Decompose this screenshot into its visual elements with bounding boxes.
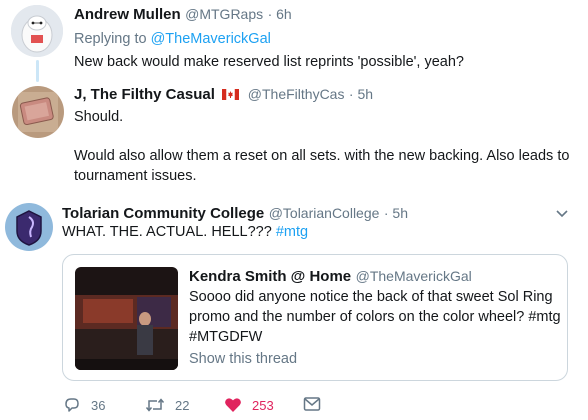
envelope-icon [303,397,321,411]
author-name[interactable]: Andrew Mullen [74,6,181,23]
tweet-text-line: Would also allow them a reset on all set… [74,148,570,164]
avatar-filthy-casual[interactable] [12,86,64,138]
retweet-count: 22 [175,397,190,413]
thread-connector-line [36,60,39,82]
tweet-text-line: Should. [74,109,124,125]
tweet-text: WHAT. THE. ACTUAL. HELL??? #mtg [62,222,308,242]
quoted-text-line: promo and the number of colors on the co… [189,309,561,325]
author-handle[interactable]: @TolarianCollege [269,205,380,221]
author-name[interactable]: J, The Filthy Casual [74,86,215,103]
replying-to-link[interactable]: @TheMaverickGal [151,31,271,47]
quoted-text-line: Soooo did anyone notice the back of that… [189,289,553,305]
retweet-icon [145,398,165,412]
replying-prefix: Replying to [74,31,147,47]
quoted-tweet-card[interactable]: Kendra Smith @ Home @TheMaverickGal Sooo… [62,254,568,381]
tweet-time[interactable]: · 6h [268,6,292,22]
tweet-header: Andrew Mullen @MTGRaps · 6h [74,6,292,24]
avatar-image [11,5,63,57]
quoted-tweet-header: Kendra Smith @ Home @TheMaverickGal [189,268,472,286]
avatar-tolarian-college[interactable] [5,203,53,251]
quoted-tweet-media[interactable] [75,267,178,370]
tweet-time[interactable]: · 5h [384,205,408,221]
tweet-header: Tolarian Community College @TolarianColl… [62,205,408,223]
reply-action[interactable]: 36 [63,396,105,414]
quoted-text-line: #MTGDFW [189,329,263,345]
retweet-action[interactable]: 22 [145,396,189,414]
replying-to-line: Replying to @TheMaverickGal [74,29,271,49]
heart-icon [225,398,241,412]
quoted-author-name[interactable]: Kendra Smith @ Home [189,268,351,285]
tweet-text-line: tournament issues. [74,168,197,184]
avatar-image [12,86,64,138]
quoted-author-handle[interactable]: @TheMaverickGal [356,268,472,284]
tweet-text: New back would make reserved list reprin… [74,54,464,70]
canada-flag-icon [222,87,240,100]
like-action[interactable]: 253 [224,396,274,414]
tweet-text-body: WHAT. THE. ACTUAL. HELL??? [62,224,272,240]
reply-count: 36 [91,397,106,413]
avatar-andrew-mullen[interactable] [11,5,63,57]
like-count: 253 [252,397,274,413]
avatar-image [5,203,53,251]
show-thread-link[interactable]: Show this thread [189,349,297,369]
tweet-time[interactable]: · 5h [349,86,373,102]
author-name[interactable]: Tolarian Community College [62,205,264,222]
author-handle[interactable]: @TheFilthyCas [248,86,345,102]
tweet-header: J, The Filthy Casual @TheFilthyCas · 5h [74,86,373,104]
author-handle[interactable]: @MTGRaps [185,6,263,22]
direct-message-action[interactable] [303,396,331,412]
reply-icon [65,398,79,412]
media-thumbnail-image [75,267,178,370]
chevron-down-icon[interactable] [555,206,569,224]
hashtag-link[interactable]: #mtg [276,224,308,240]
